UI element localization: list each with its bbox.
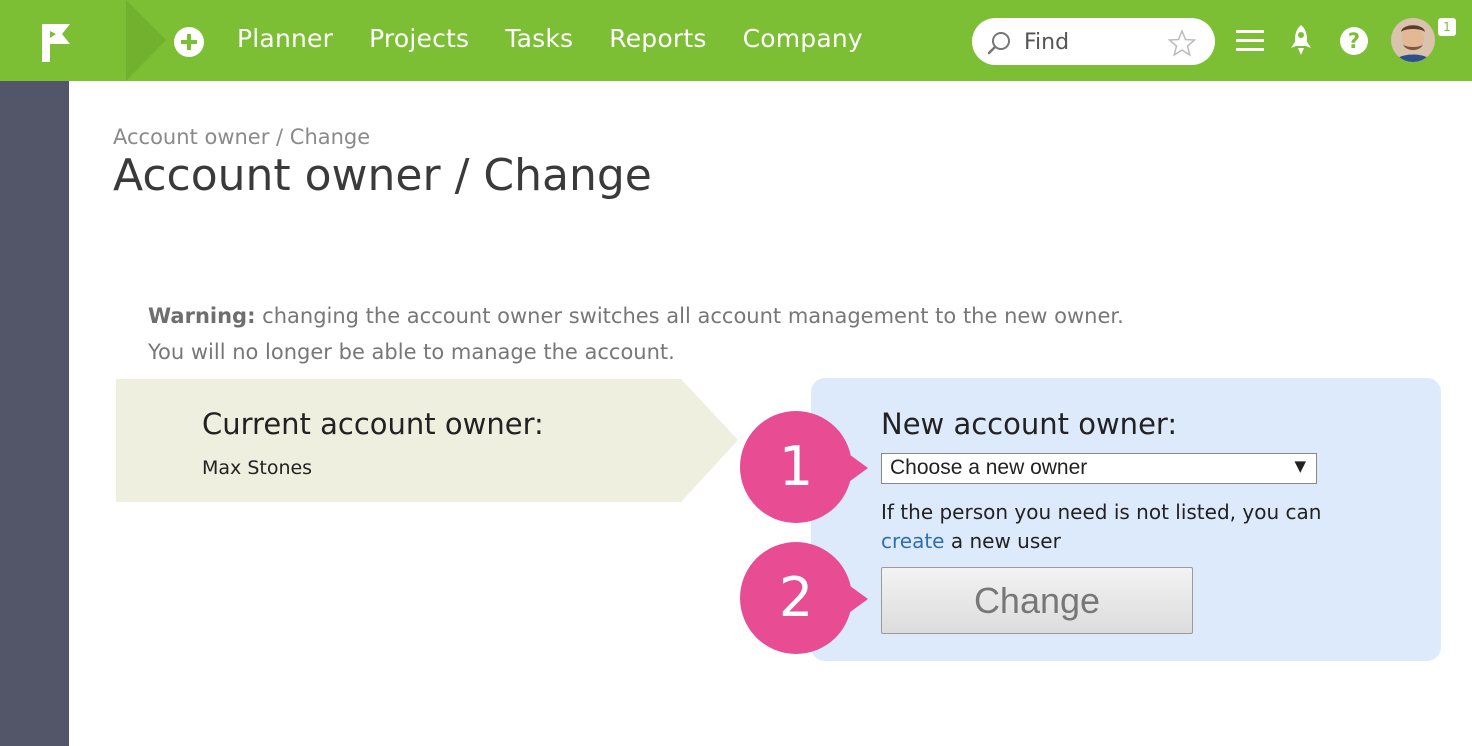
search-icon bbox=[987, 32, 1010, 55]
logo-area[interactable] bbox=[0, 0, 128, 81]
current-owner-name: Max Stones bbox=[202, 457, 313, 479]
breadcrumb[interactable]: Account owner / Change bbox=[113, 125, 370, 149]
user-photo-icon bbox=[1391, 18, 1435, 62]
new-owner-label: New account owner: bbox=[881, 407, 1178, 441]
current-owner-arrow bbox=[681, 379, 738, 502]
help-icon[interactable]: ? bbox=[1340, 27, 1368, 55]
new-owner-select[interactable]: Choose a new owner ▼ bbox=[881, 453, 1317, 484]
current-owner-label: Current account owner: bbox=[202, 407, 544, 441]
left-sidebar bbox=[0, 81, 69, 746]
change-button[interactable]: Change bbox=[881, 567, 1193, 634]
logo-separator bbox=[126, 0, 166, 81]
avatar[interactable] bbox=[1391, 18, 1435, 62]
search-box bbox=[972, 18, 1215, 65]
nav-planner[interactable]: Planner bbox=[237, 24, 333, 53]
hint-suffix: a new user bbox=[944, 529, 1061, 553]
warning-line-1: changing the account owner switches all … bbox=[255, 304, 1124, 328]
callout-1: 1 bbox=[740, 411, 852, 523]
new-owner-select-value: Choose a new owner bbox=[890, 456, 1088, 479]
rocket-icon[interactable] bbox=[1288, 24, 1314, 56]
callout-2: 2 bbox=[740, 542, 852, 654]
page-title: Account owner / Change bbox=[113, 150, 652, 201]
nav-tasks[interactable]: Tasks bbox=[505, 24, 573, 53]
dropdown-arrow-icon: ▼ bbox=[1294, 457, 1306, 475]
top-navigation-bar: Planner Projects Tasks Reports Company ? bbox=[0, 0, 1472, 81]
warning-line-2: You will no longer be able to manage the… bbox=[148, 340, 675, 364]
nav-company[interactable]: Company bbox=[743, 24, 863, 53]
create-user-link[interactable]: create bbox=[881, 529, 945, 553]
hamburger-menu-icon[interactable] bbox=[1236, 29, 1264, 53]
create-user-hint: If the person you need is not listed, yo… bbox=[881, 498, 1381, 556]
add-new-button[interactable] bbox=[174, 27, 204, 57]
hint-text: If the person you need is not listed, yo… bbox=[881, 500, 1322, 524]
warning-message: Warning: changing the account owner swit… bbox=[148, 298, 1248, 370]
star-icon[interactable] bbox=[1168, 29, 1196, 57]
notification-badge[interactable]: 1 bbox=[1438, 18, 1456, 36]
nav-reports[interactable]: Reports bbox=[609, 24, 706, 53]
search-input[interactable] bbox=[1022, 26, 1166, 58]
main-nav: Planner Projects Tasks Reports Company bbox=[237, 24, 863, 53]
flag-logo-icon[interactable] bbox=[38, 22, 78, 64]
nav-projects[interactable]: Projects bbox=[369, 24, 469, 53]
warning-label: Warning: bbox=[148, 304, 256, 328]
